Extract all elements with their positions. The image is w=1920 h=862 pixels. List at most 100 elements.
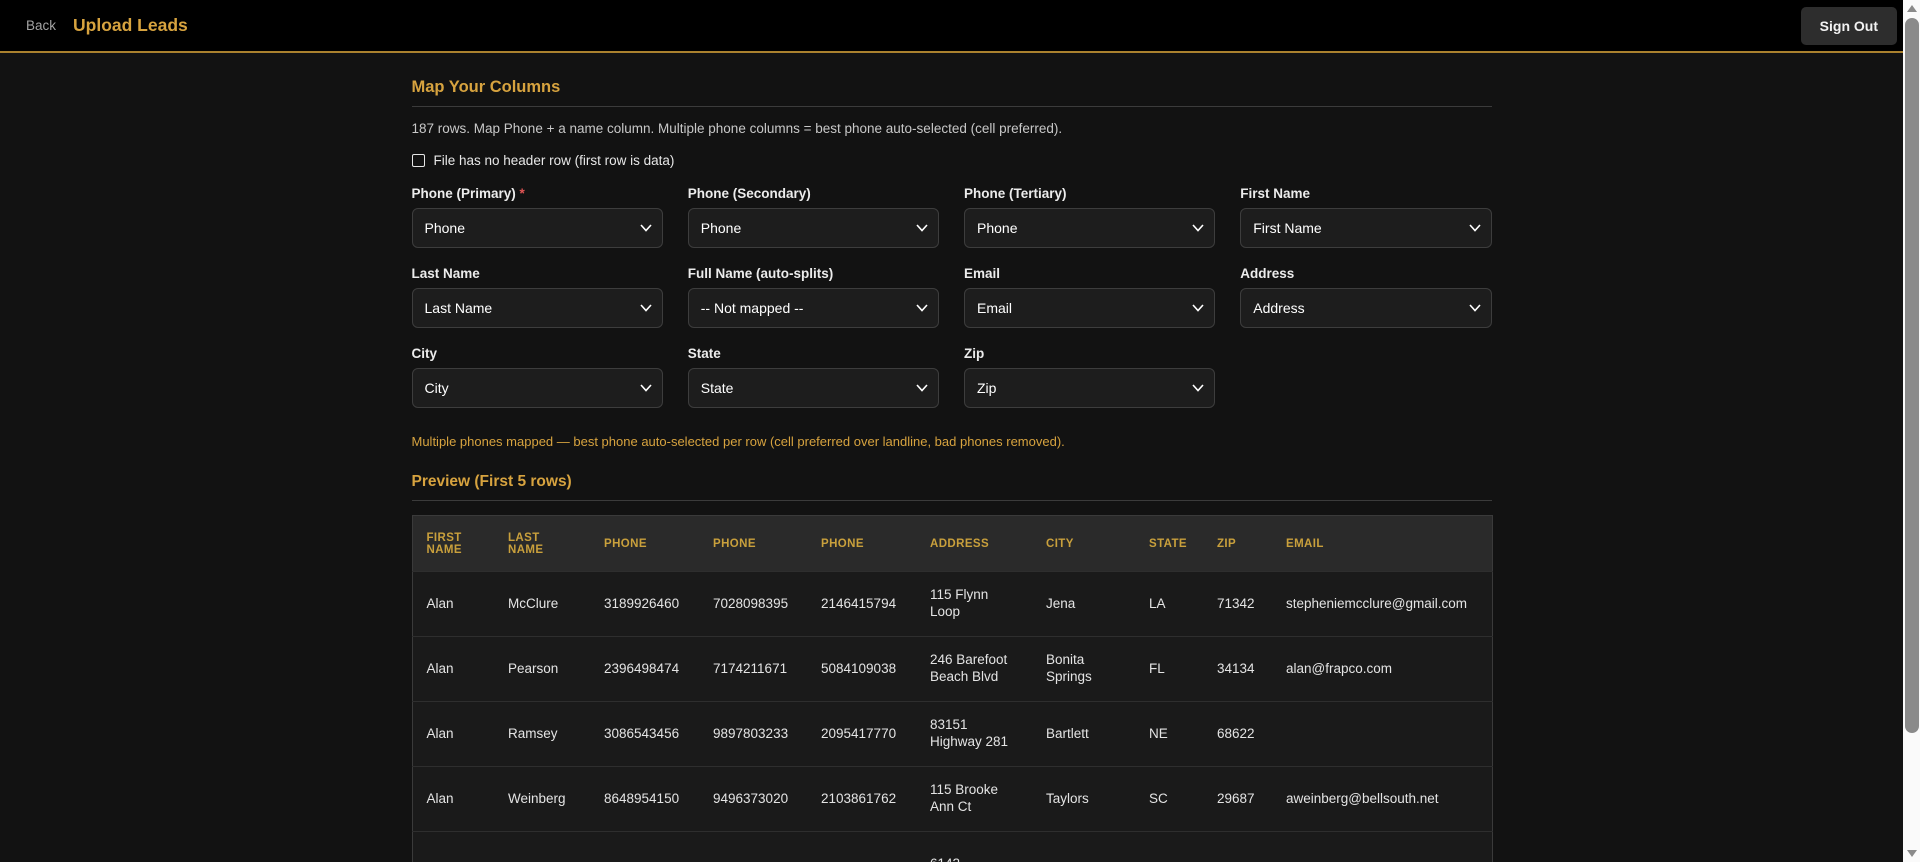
table-cell: McClure <box>494 571 590 637</box>
table-cell: Weinberg <box>494 766 590 832</box>
table-row: Alan Ramsey 3086543456 9897803233 2095417770… <box>412 701 1492 767</box>
field-label: Last Name <box>412 266 663 281</box>
page-title: Upload Leads <box>73 15 188 35</box>
table-cell: 83151 Highway 281 <box>916 701 1032 767</box>
table-row: Alan McClure 3189926460 7028098395 214641579… <box>412 571 1492 637</box>
column-header: FIRST NAME <box>426 531 462 556</box>
field-first-name: First Name First Name <box>1240 186 1492 248</box>
table-cell: Bartlett <box>1032 701 1135 767</box>
table-cell: 8648954150 <box>590 766 699 832</box>
select-full-name-auto-splits[interactable]: -- Not mapped -- <box>687 288 939 328</box>
select-wrap: First Name <box>1240 208 1492 248</box>
select-state[interactable]: State <box>687 368 939 408</box>
field-label: First Name <box>1240 186 1491 201</box>
table-cell: Alan <box>412 766 494 832</box>
preview-heading: Preview (First 5 rows) <box>411 473 1492 501</box>
table-row: Alan Pearson 2396498474 7174211671 508410903… <box>412 636 1492 702</box>
table-cell <box>412 831 494 862</box>
table-cell: aweinberg@bellsouth.net <box>1272 766 1492 832</box>
field-full-name-auto-splits: Full Name (auto-splits) -- Not mapped -- <box>687 266 939 328</box>
select-email[interactable]: Email <box>964 288 1216 328</box>
table-row: 6142 <box>412 831 1492 862</box>
table-cell: Ramsey <box>494 701 590 767</box>
table-cell <box>1272 701 1492 767</box>
scrollbar-thumb[interactable] <box>1904 18 1919 733</box>
table-cell: 3086543456 <box>590 701 699 767</box>
field-label: State <box>688 346 939 361</box>
select-wrap: Phone <box>687 208 939 248</box>
table-cell: Taylors <box>1032 766 1135 832</box>
table-cell: FL <box>1135 636 1203 702</box>
table-cell: 5084109038 <box>807 636 916 702</box>
table-cell: Alan <box>412 571 494 637</box>
table-cell: NE <box>1135 701 1203 767</box>
field-phone-tertiary: Phone (Tertiary) Phone <box>964 186 1216 248</box>
table-cell: 3189926460 <box>590 571 699 637</box>
table-cell: 2103861762 <box>807 766 916 832</box>
table-cell: 2396498474 <box>590 636 699 702</box>
top-bar: Back Upload Leads Sign Out <box>0 0 1920 53</box>
table-cell: stepheniemcclure@gmail.com <box>1272 571 1492 637</box>
no-header-checkbox-label[interactable]: File has no header row (first row is dat… <box>434 153 675 168</box>
field-label: Zip <box>964 346 1215 361</box>
select-wrap: State <box>687 368 939 408</box>
select-phone-secondary[interactable]: Phone <box>687 208 939 248</box>
select-zip[interactable]: Zip <box>964 368 1216 408</box>
table-cell <box>1135 831 1203 862</box>
field-label-text: Email <box>964 266 1001 281</box>
select-phone-tertiary[interactable]: Phone <box>964 208 1216 248</box>
field-grid: Phone (Primary) * Phone Phone (Secondary) P… <box>411 186 1492 408</box>
table-cell <box>1272 831 1492 862</box>
table-cell: 2146415794 <box>807 571 916 637</box>
field-label: Phone (Primary) * <box>412 186 663 201</box>
select-wrap: Last Name <box>411 288 663 328</box>
back-link[interactable]: Back <box>26 18 56 33</box>
multi-phone-notice: Multiple phones mapped — best phone auto… <box>411 434 1065 449</box>
select-city[interactable]: City <box>411 368 663 408</box>
field-city: City City <box>411 346 663 408</box>
table-cell <box>699 831 807 862</box>
table-cell <box>1203 831 1272 862</box>
column-header: ADDRESS <box>930 537 990 550</box>
field-label: Email <box>964 266 1215 281</box>
table-cell: 68622 <box>1203 701 1272 767</box>
select-wrap: Phone <box>964 208 1216 248</box>
table-cell: 9897803233 <box>699 701 807 767</box>
table-cell: Alan <box>412 636 494 702</box>
preview-table: FIRST NAME LAST NAME PHONE PHONE PHONE ADDRES… <box>411 515 1493 862</box>
table-cell: 115 Brooke Ann Ct <box>916 766 1032 832</box>
select-phone-primary[interactable]: Phone <box>411 208 663 248</box>
table-cell: SC <box>1135 766 1203 832</box>
select-last-name[interactable]: Last Name <box>411 288 663 328</box>
table-cell: 29687 <box>1203 766 1272 832</box>
field-phone-primary: Phone (Primary) * Phone <box>411 186 663 248</box>
select-wrap: City <box>411 368 663 408</box>
sign-out-button[interactable]: Sign Out <box>1800 6 1897 45</box>
column-header: ZIP <box>1217 537 1237 550</box>
column-header: STATE <box>1149 537 1187 550</box>
scroll-down-arrow-icon[interactable] <box>1903 845 1920 862</box>
field-label: Phone (Secondary) <box>688 186 939 201</box>
select-first-name[interactable]: First Name <box>1240 208 1492 248</box>
field-label: Phone (Tertiary) <box>964 186 1215 201</box>
no-header-checkbox[interactable] <box>411 154 425 167</box>
field-label: Address <box>1240 266 1491 281</box>
main-content: Map Your Columns 187 rows. Map Phone + a… <box>0 53 1903 862</box>
select-address[interactable]: Address <box>1240 288 1492 328</box>
table-cell: 71342 <box>1203 571 1272 637</box>
select-wrap: Zip <box>964 368 1216 408</box>
table-cell: 9496373020 <box>699 766 807 832</box>
field-zip: Zip Zip <box>964 346 1216 408</box>
table-cell: 2095417770 <box>807 701 916 767</box>
field-label-text: Address <box>1240 266 1295 281</box>
table-cell: Bonita Springs <box>1032 636 1135 702</box>
vertical-scrollbar[interactable] <box>1903 0 1920 862</box>
field-label-text: Phone (Tertiary) <box>964 186 1067 201</box>
scroll-up-arrow-icon[interactable] <box>1903 0 1920 17</box>
table-cell <box>494 831 590 862</box>
table-cell: 6142 <box>916 831 1032 862</box>
map-columns-heading: Map Your Columns <box>411 78 1492 107</box>
table-cell <box>807 831 916 862</box>
field-label-text: First Name <box>1240 186 1311 201</box>
field-label-text: Last Name <box>411 266 480 281</box>
